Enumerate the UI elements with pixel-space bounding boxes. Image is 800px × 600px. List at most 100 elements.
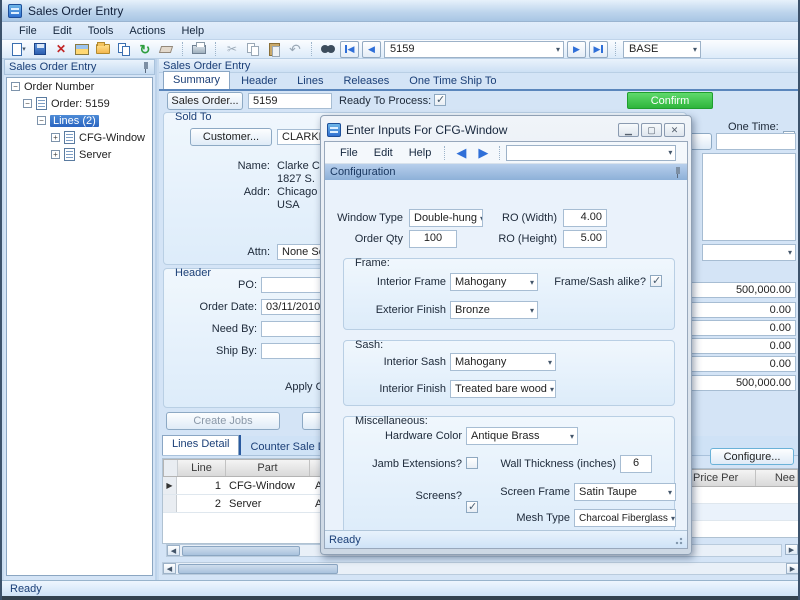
pin-icon[interactable] bbox=[141, 62, 150, 73]
screens-checkbox[interactable] bbox=[466, 501, 478, 513]
menu-help[interactable]: Help bbox=[174, 24, 211, 38]
order-number-field[interactable]: 5159 bbox=[248, 93, 332, 109]
exterior-finish-dropdown[interactable]: Bronze ▾ bbox=[450, 301, 538, 319]
interior-finish-dropdown[interactable]: Treated bare wood ▾ bbox=[450, 380, 556, 398]
resize-grip[interactable] bbox=[673, 535, 683, 545]
maximize-icon[interactable]: ▢ bbox=[641, 123, 662, 137]
column-header-need[interactable]: Nee bbox=[756, 470, 798, 486]
tab-one-time-ship-to[interactable]: One Time Ship To bbox=[400, 73, 505, 89]
cut-icon[interactable]: ✂ bbox=[223, 41, 241, 57]
scroll-left-icon[interactable]: ◀ bbox=[163, 563, 176, 574]
close-icon[interactable]: ✕ bbox=[664, 123, 685, 137]
scrollbar-thumb[interactable] bbox=[182, 546, 300, 556]
print-icon[interactable] bbox=[190, 41, 208, 57]
window-type-dropdown[interactable]: Double-hung ▾ bbox=[409, 209, 483, 227]
confirm-button[interactable]: Confirm bbox=[627, 92, 713, 109]
tab-summary[interactable]: Summary bbox=[163, 71, 230, 89]
menu-tools[interactable]: Tools bbox=[81, 24, 121, 38]
tab-header[interactable]: Header bbox=[232, 73, 286, 89]
hardware-color-dropdown[interactable]: Antique Brass ▾ bbox=[466, 427, 578, 445]
jamb-extensions-checkbox[interactable] bbox=[466, 457, 478, 469]
interior-sash-dropdown[interactable]: Mahogany ▾ bbox=[450, 353, 556, 371]
refresh-icon[interactable]: ↻ bbox=[136, 41, 154, 57]
scroll-left-icon[interactable]: ◀ bbox=[167, 545, 180, 556]
ship-to-address-box[interactable] bbox=[702, 153, 796, 241]
main-scrollbar[interactable]: ◀ ▶ bbox=[162, 562, 800, 575]
tree-label[interactable]: Server bbox=[79, 149, 111, 161]
collapse-icon[interactable]: − bbox=[11, 82, 20, 91]
chevron-down-icon[interactable]: ▾ bbox=[553, 45, 563, 54]
delete-icon[interactable]: ✕ bbox=[52, 41, 70, 57]
tree-item-order[interactable]: − Order: 5159 bbox=[7, 95, 152, 112]
column-header-price-per[interactable]: Price Per bbox=[690, 470, 756, 486]
chevron-down-icon[interactable]: ▾ bbox=[527, 278, 537, 287]
folder-icon[interactable] bbox=[94, 41, 112, 57]
ready-to-process-checkbox[interactable] bbox=[434, 94, 446, 106]
interior-frame-dropdown[interactable]: Mahogany ▾ bbox=[450, 273, 538, 291]
tree-label[interactable]: Order Number bbox=[24, 81, 94, 93]
configure-button[interactable]: Configure... bbox=[710, 448, 794, 465]
cell-part[interactable]: CFG-Window bbox=[221, 480, 305, 492]
scroll-right-icon[interactable]: ▶ bbox=[785, 544, 798, 555]
photo-icon[interactable] bbox=[73, 41, 91, 57]
sales-order-button[interactable]: Sales Order... bbox=[167, 92, 243, 110]
scroll-right-icon[interactable]: ▶ bbox=[786, 563, 799, 574]
first-record-button[interactable]: ◀ bbox=[340, 41, 359, 58]
save-icon[interactable] bbox=[31, 41, 49, 57]
copy-icon[interactable] bbox=[244, 41, 262, 57]
back-icon[interactable]: ◀ bbox=[451, 145, 471, 161]
dialog-combo[interactable]: ▾ bbox=[506, 145, 676, 161]
cell-line[interactable]: 2 bbox=[177, 498, 221, 510]
chevron-down-icon[interactable]: ▾ bbox=[785, 248, 795, 257]
cell-part[interactable]: Server bbox=[221, 498, 305, 510]
ship-to-dropdown[interactable]: ▾ bbox=[702, 244, 796, 261]
expand-icon[interactable]: + bbox=[51, 133, 60, 142]
chevron-down-icon[interactable]: ▾ bbox=[665, 148, 675, 157]
ro-height-field[interactable]: 5.00 bbox=[563, 230, 607, 248]
next-record-button[interactable]: ▶ bbox=[567, 41, 586, 58]
tab-lines[interactable]: Lines bbox=[288, 73, 332, 89]
scrollbar-thumb[interactable] bbox=[178, 564, 338, 574]
create-jobs-button[interactable]: Create Jobs bbox=[166, 412, 280, 430]
chevron-down-icon[interactable]: ▾ bbox=[567, 432, 577, 441]
chevron-down-icon[interactable]: ▾ bbox=[668, 514, 676, 523]
expand-icon[interactable]: + bbox=[51, 150, 60, 159]
order-qty-field[interactable]: 100 bbox=[409, 230, 457, 248]
tree-item-server[interactable]: + Server bbox=[7, 146, 152, 163]
chevron-down-icon[interactable]: ▾ bbox=[545, 358, 555, 367]
tree-label-selected[interactable]: Lines (2) bbox=[50, 115, 99, 127]
tab-lines-detail[interactable]: Lines Detail bbox=[162, 435, 239, 455]
dialog-menu-file[interactable]: File bbox=[333, 146, 365, 160]
chevron-down-icon[interactable]: ▾ bbox=[547, 385, 556, 394]
forward-icon[interactable]: ▶ bbox=[473, 145, 493, 161]
record-combo[interactable]: 5159 ▾ bbox=[384, 41, 564, 58]
menu-file[interactable]: File bbox=[12, 24, 44, 38]
menu-edit[interactable]: Edit bbox=[46, 24, 79, 38]
chevron-down-icon[interactable]: ▾ bbox=[690, 45, 700, 54]
last-record-button[interactable]: ▶ bbox=[589, 41, 608, 58]
chevron-down-icon[interactable]: ▾ bbox=[665, 488, 675, 497]
customer-button[interactable]: Customer... bbox=[190, 128, 272, 146]
paste-icon[interactable] bbox=[265, 41, 283, 57]
tree-item-order-number[interactable]: − Order Number bbox=[7, 78, 152, 95]
eraser-icon[interactable] bbox=[157, 41, 175, 57]
previous-record-button[interactable]: ◀ bbox=[362, 41, 381, 58]
profile-combo[interactable]: BASE ▾ bbox=[623, 41, 701, 58]
ship-to-code-field[interactable] bbox=[716, 133, 796, 150]
copy-document-icon[interactable] bbox=[115, 41, 133, 57]
mesh-type-dropdown[interactable]: Charcoal Fiberglass ▾ bbox=[574, 509, 676, 527]
new-icon[interactable]: ▾ bbox=[10, 41, 28, 57]
cell-line[interactable]: 1 bbox=[177, 480, 221, 492]
collapse-icon[interactable]: − bbox=[37, 116, 46, 125]
wall-thickness-field[interactable]: 6 bbox=[620, 455, 652, 473]
screen-frame-dropdown[interactable]: Satin Taupe ▾ bbox=[574, 483, 676, 501]
minimize-icon[interactable]: ▁ bbox=[618, 123, 639, 137]
ro-width-field[interactable]: 4.00 bbox=[563, 209, 607, 227]
undo-icon[interactable]: ↶ bbox=[286, 41, 304, 57]
column-header-part[interactable]: Part bbox=[226, 460, 310, 476]
frame-sash-alike-checkbox[interactable] bbox=[650, 275, 662, 287]
collapse-icon[interactable]: − bbox=[23, 99, 32, 108]
tree-label[interactable]: CFG-Window bbox=[79, 132, 145, 144]
tree-item-cfg-window[interactable]: + CFG-Window bbox=[7, 129, 152, 146]
menu-actions[interactable]: Actions bbox=[122, 24, 172, 38]
